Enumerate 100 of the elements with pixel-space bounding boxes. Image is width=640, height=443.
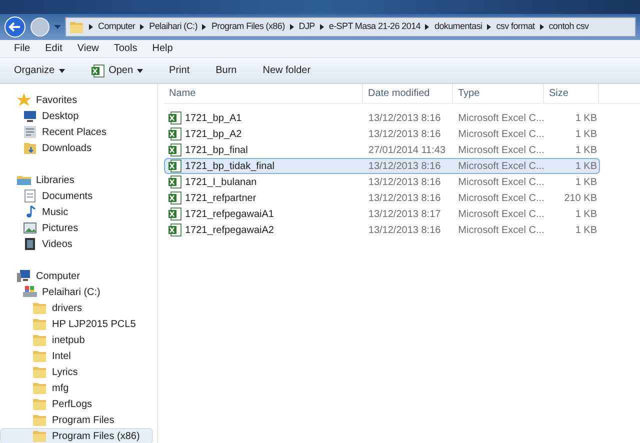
navigation-item[interactable]: Libraries bbox=[0, 172, 153, 188]
caret-icon bbox=[538, 24, 545, 30]
navigation-item[interactable]: Documents bbox=[0, 188, 153, 204]
navigation-item[interactable]: Lyrics bbox=[0, 364, 153, 380]
type-cell-text: Microsoft Excel C... bbox=[457, 176, 544, 190]
date-cell-text: 13/12/2013 8:17 bbox=[367, 208, 442, 222]
file-name: 1721_refpegawaiA2 bbox=[185, 224, 274, 238]
size-cell-text: 1 KB bbox=[574, 160, 598, 174]
date-cell-text: 27/01/2014 11:43 bbox=[367, 144, 447, 158]
folder-icon bbox=[33, 318, 47, 330]
breadcrumb-segment[interactable]: contoh csv bbox=[548, 20, 589, 34]
navigation-item[interactable]: Pelaihari (C:) bbox=[0, 284, 153, 300]
toolbar-button[interactable]: Print bbox=[169, 63, 190, 78]
type-cell-text: Microsoft Excel C... bbox=[457, 112, 544, 126]
file-row[interactable]: 1721_bp_tidak_final 13/12/2013 8:16 Microsoft Excel C... 1 KB bbox=[164, 158, 600, 174]
breadcrumb-segment[interactable]: DJP bbox=[298, 20, 315, 34]
toolbar-button[interactable]: New folder bbox=[262, 63, 311, 78]
navigation-item[interactable]: Intel bbox=[0, 348, 153, 364]
history-caret-icon[interactable] bbox=[54, 24, 61, 30]
navigation-item[interactable]: Computer bbox=[0, 268, 153, 284]
column-header[interactable]: Name bbox=[164, 84, 363, 103]
file-row[interactable]: 1721_bp_A2 13/12/2013 8:16 Microsoft Excel C... 1 KB bbox=[164, 126, 600, 142]
navigation-item[interactable]: Favorites bbox=[0, 92, 153, 108]
file-name: 1721_I_bulanan bbox=[185, 176, 257, 190]
spreadsheet-file-icon bbox=[168, 127, 182, 141]
navigation-item[interactable]: Desktop bbox=[0, 108, 153, 124]
navigation-item[interactable]: Videos bbox=[0, 236, 153, 252]
file-name: 1721_bp_tidak_final bbox=[185, 160, 275, 174]
folder-icon bbox=[33, 302, 47, 314]
menu-item[interactable]: View bbox=[77, 41, 99, 56]
navigation-item[interactable]: inetpub bbox=[0, 332, 153, 348]
toolbar-button[interactable]: Burn bbox=[216, 63, 237, 78]
caret-icon bbox=[424, 24, 430, 30]
folder-icon bbox=[33, 398, 47, 410]
recent-places-icon bbox=[23, 125, 37, 139]
spreadsheet-file-icon bbox=[168, 111, 182, 125]
back-button[interactable] bbox=[4, 16, 26, 38]
breadcrumb-segment[interactable]: Program Files (x86) bbox=[211, 20, 285, 34]
folder-icon bbox=[33, 366, 47, 378]
forward-button[interactable] bbox=[30, 17, 50, 37]
file-row[interactable]: 1721_refpegawaiA2 13/12/2013 8:16 Microsoft Excel C... 1 KB bbox=[164, 222, 600, 238]
star-icon bbox=[17, 93, 31, 107]
breadcrumb-segment[interactable]: Computer bbox=[98, 20, 136, 34]
downloads-folder-icon bbox=[23, 141, 37, 155]
column-header[interactable]: Size bbox=[544, 84, 599, 103]
file-row[interactable]: 1721_bp_A1 13/12/2013 8:16 Microsoft Excel C... 1 KB bbox=[164, 110, 600, 126]
file-row[interactable]: 1721_bp_final 27/01/2014 11:43 Microsoft Excel C... 1 KB bbox=[164, 142, 600, 158]
file-name: 1721_bp_final bbox=[185, 144, 248, 158]
file-row[interactable]: 1721_I_bulanan 13/12/2013 8:16 Microsoft Excel C... 1 KB bbox=[164, 174, 600, 190]
breadcrumb-segment[interactable]: e-SPT Masa 21-26 2014 bbox=[328, 20, 420, 34]
size-cell-text: 1 KB bbox=[574, 144, 598, 158]
navigation-item[interactable]: Pictures bbox=[0, 220, 153, 236]
date-cell-text: 13/12/2013 8:16 bbox=[367, 112, 442, 126]
spreadsheet-file-icon bbox=[168, 191, 182, 205]
address-bar[interactable]: Computer Pelaihari (C:) Program Files (x86) DJP e-SPT Masa 21-26 2014 dokumentasi csv format contoh csv bbox=[65, 17, 636, 37]
size-cell-text: 210 KB bbox=[563, 192, 598, 206]
navigation-item[interactable]: drivers bbox=[0, 300, 153, 316]
folder-icon bbox=[33, 382, 47, 394]
type-cell-text: Microsoft Excel C... bbox=[457, 224, 544, 238]
breadcrumb-segment[interactable]: csv format bbox=[496, 20, 535, 34]
caret-icon bbox=[137, 68, 144, 74]
menu-item[interactable]: Edit bbox=[45, 41, 62, 56]
navigation-item[interactable]: HP LJP2015 PCL5 bbox=[0, 316, 153, 332]
navigation-item[interactable]: Program Files bbox=[0, 412, 153, 428]
date-cell-text: 13/12/2013 8:16 bbox=[367, 192, 442, 206]
navigation-item[interactable]: Program Files (x86) bbox=[0, 428, 153, 443]
folder-icon bbox=[70, 21, 84, 33]
file-name: 1721_refpartner bbox=[185, 192, 256, 206]
file-row[interactable]: 1721_refpegawaiA1 13/12/2013 8:17 Microsoft Excel C... 1 KB bbox=[164, 206, 600, 222]
menu-item[interactable]: File bbox=[14, 41, 30, 56]
caret-icon bbox=[288, 24, 295, 30]
folder-icon bbox=[33, 414, 47, 426]
navigation-item[interactable]: Downloads bbox=[0, 140, 153, 156]
computer-icon bbox=[17, 269, 31, 283]
breadcrumb-segment[interactable]: dokumentasi bbox=[434, 20, 482, 34]
breadcrumb-segment[interactable]: Pelaihari (C:) bbox=[149, 20, 198, 34]
monitor-icon bbox=[23, 109, 37, 123]
file-row[interactable]: 1721_refpartner 13/12/2013 8:16 Microsoft Excel C... 210 KB bbox=[164, 190, 600, 206]
navigation-item[interactable]: Music bbox=[0, 204, 153, 220]
column-header[interactable]: Date modified bbox=[363, 84, 453, 103]
size-cell-text: 1 KB bbox=[574, 208, 598, 222]
menu-item[interactable]: Tools bbox=[114, 41, 138, 56]
library-icon bbox=[17, 173, 31, 187]
spreadsheet-file-icon bbox=[90, 64, 105, 78]
menu-item[interactable]: Help bbox=[152, 41, 173, 56]
file-name: 1721_refpegawaiA1 bbox=[185, 208, 274, 222]
toolbar-button[interactable]: Organize bbox=[14, 63, 65, 78]
size-cell-text: 1 KB bbox=[574, 112, 598, 126]
navigation-item[interactable]: Recent Places bbox=[0, 124, 153, 140]
toolbar-button[interactable]: Open bbox=[90, 63, 144, 78]
date-cell-text: 13/12/2013 8:16 bbox=[367, 160, 442, 174]
type-cell-text: Microsoft Excel C... bbox=[457, 128, 544, 142]
navigation-item[interactable]: mfg bbox=[0, 380, 153, 396]
folder-icon bbox=[33, 334, 47, 346]
navigation-item[interactable]: PerfLogs bbox=[0, 396, 153, 412]
column-header[interactable]: Type bbox=[453, 84, 544, 103]
folder-icon bbox=[33, 350, 47, 362]
spreadsheet-file-icon bbox=[168, 175, 182, 189]
caret-icon bbox=[139, 24, 146, 30]
film-icon bbox=[23, 237, 37, 251]
